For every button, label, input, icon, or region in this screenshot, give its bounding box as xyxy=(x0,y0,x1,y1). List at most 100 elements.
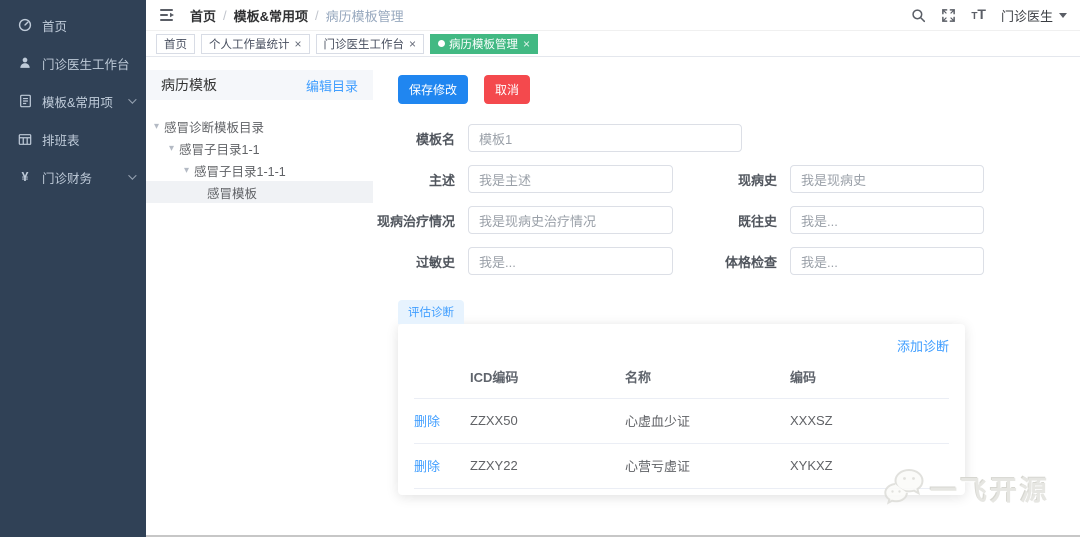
template-form: 保存修改 取消 模板名 主述 现病史 现病治疗情况 xyxy=(377,75,1080,495)
template-name-label: 模板名 xyxy=(415,131,455,147)
navbar-actions: TT 门诊医生 xyxy=(911,6,1067,25)
diagnosis-card: 添加诊断 ICD编码 名称 编码 删除 ZZXX50 心虚血少证 XXXSZ 删… xyxy=(398,324,965,495)
panel-title: 病历模板 xyxy=(161,77,217,93)
template-panel: 病历模板 编辑目录 ▾ 感冒诊断模板目录 ▾ 感冒子目录1-1 ▾ 感冒子目录1… xyxy=(146,70,373,203)
sidebar-item-templates[interactable]: 模板&常用项 xyxy=(0,82,146,120)
sidebar: 首页 门诊医生工作台 模板&常用项 排班表 ¥ 门诊财务 xyxy=(0,0,146,537)
form-fields: 模板名 主述 现病史 现病治疗情况 既往史 xyxy=(375,124,1080,275)
tag-label: 病历模板管理 xyxy=(449,38,519,51)
main-area: 首页 / 模板&常用项 / 病历模板管理 TT 门诊医生 首页 个人工作量统计 … xyxy=(146,0,1080,537)
treatment-status-field[interactable] xyxy=(468,206,673,234)
chief-complaint-field[interactable] xyxy=(468,165,673,193)
top-navbar: 首页 / 模板&常用项 / 病历模板管理 TT 门诊医生 xyxy=(146,0,1080,31)
dashboard-icon xyxy=(17,17,33,33)
present-illness-field[interactable] xyxy=(790,165,984,193)
tags-view-bar: 首页 个人工作量统计 × 门诊医生工作台 × 病历模板管理 × xyxy=(146,31,1080,57)
sidebar-toggle-hamburger-icon[interactable] xyxy=(159,8,175,22)
save-button[interactable]: 保存修改 xyxy=(398,75,469,104)
tag-label: 门诊医生工作台 xyxy=(323,38,405,51)
form-row-template-name: 模板名 xyxy=(375,124,1080,152)
column-header-code: 编码 xyxy=(790,361,949,399)
table-row: 删除 ZZXX50 心虚血少证 XXXSZ xyxy=(414,398,949,444)
close-icon[interactable]: × xyxy=(523,38,530,50)
template-name-field[interactable] xyxy=(468,124,742,152)
tag-template-management-active[interactable]: 病历模板管理 × xyxy=(430,33,539,54)
cancel-button[interactable]: 取消 xyxy=(484,75,531,104)
chevron-down-icon xyxy=(128,95,137,104)
tag-label: 首页 xyxy=(164,38,187,51)
active-tag-dot xyxy=(438,40,446,47)
allergy-history-field[interactable] xyxy=(468,247,673,275)
app-window: 首页 门诊医生工作台 模板&常用项 排班表 ¥ 门诊财务 首页 / 模板&常用项… xyxy=(0,0,1080,537)
table-header-row: ICD编码 名称 编码 xyxy=(414,361,949,399)
tree-caret-icon[interactable]: ▾ xyxy=(169,143,174,154)
yuan-currency-icon: ¥ xyxy=(21,170,29,184)
delete-link[interactable]: 删除 xyxy=(414,414,440,429)
chevron-down-icon xyxy=(128,171,137,180)
caret-down-icon xyxy=(1059,12,1067,18)
close-icon[interactable]: × xyxy=(409,38,416,50)
physical-exam-label: 体格检查 xyxy=(724,254,777,270)
cell-code: XYKXZ xyxy=(790,443,949,489)
tree-caret-icon[interactable]: ▾ xyxy=(184,165,189,176)
tree-caret-icon[interactable]: ▾ xyxy=(154,121,159,132)
font-size-icon[interactable]: TT xyxy=(971,6,986,24)
table-row: 删除 ZZXY22 心营亏虚证 XYKXZ xyxy=(414,443,949,489)
sidebar-item-schedule[interactable]: 排班表 xyxy=(0,120,146,158)
sidebar-item-label: 首页 xyxy=(42,19,68,34)
sidebar-item-doctor-workbench[interactable]: 门诊医生工作台 xyxy=(0,44,146,82)
cell-icd: ZZXX50 xyxy=(470,398,625,444)
tree-node-template-selected[interactable]: 感冒模板 xyxy=(146,181,373,203)
sidebar-item-label: 门诊财务 xyxy=(42,171,93,186)
search-icon[interactable] xyxy=(911,8,926,23)
form-row-4: 过敏史 体格检查 xyxy=(375,247,1080,275)
user-icon xyxy=(17,55,33,71)
breadcrumb-item-home[interactable]: 首页 xyxy=(190,6,216,25)
fullscreen-icon[interactable] xyxy=(941,8,956,23)
font-size-large-glyph: T xyxy=(977,6,986,22)
column-header-icd: ICD编码 xyxy=(470,361,625,399)
template-panel-header: 病历模板 编辑目录 xyxy=(146,70,373,100)
breadcrumb-item-templates[interactable]: 模板&常用项 xyxy=(234,6,308,25)
breadcrumb: 首页 / 模板&常用项 / 病历模板管理 xyxy=(190,6,404,25)
tag-label: 个人工作量统计 xyxy=(209,38,290,51)
allergy-history-label: 过敏史 xyxy=(415,254,455,270)
tree-node-sub2[interactable]: ▾ 感冒子目录1-1-1 xyxy=(146,159,373,181)
tree-node-label: 感冒子目录1-1-1 xyxy=(194,164,286,179)
breadcrumb-separator: / xyxy=(315,7,319,23)
physical-exam-field[interactable] xyxy=(790,247,984,275)
column-header-name: 名称 xyxy=(625,361,790,399)
user-name: 门诊医生 xyxy=(1000,8,1053,24)
cell-name: 心营亏虚证 xyxy=(625,443,790,489)
breadcrumb-item-current: 病历模板管理 xyxy=(325,8,404,24)
tag-personal-workload[interactable]: 个人工作量统计 × xyxy=(201,33,310,54)
treatment-status-label: 现病治疗情况 xyxy=(376,213,455,229)
sidebar-item-home[interactable]: 首页 xyxy=(0,6,146,44)
breadcrumb-separator: / xyxy=(223,7,227,23)
tree-node-label: 感冒诊断模板目录 xyxy=(164,120,265,135)
tree-node-root[interactable]: ▾ 感冒诊断模板目录 xyxy=(146,115,373,137)
tag-home[interactable]: 首页 xyxy=(156,33,195,54)
template-icon xyxy=(17,93,33,109)
form-row-2: 主述 现病史 xyxy=(375,165,1080,193)
tag-doctor-workbench[interactable]: 门诊医生工作台 × xyxy=(315,33,425,54)
form-row-3: 现病治疗情况 既往史 xyxy=(375,206,1080,234)
tab-assessment-diagnosis[interactable]: 评估诊断 xyxy=(398,300,464,324)
tree-node-label: 感冒模板 xyxy=(207,186,258,201)
past-history-label: 既往史 xyxy=(737,213,777,229)
add-diagnosis-link[interactable]: 添加诊断 xyxy=(414,336,949,355)
past-history-field[interactable] xyxy=(790,206,984,234)
edit-directory-link[interactable]: 编辑目录 xyxy=(306,76,358,95)
close-icon[interactable]: × xyxy=(295,38,302,50)
cell-code: XXXSZ xyxy=(790,398,949,444)
cell-name: 心虚血少证 xyxy=(625,398,790,444)
sidebar-item-finance[interactable]: ¥ 门诊财务 xyxy=(0,158,146,196)
delete-link[interactable]: 删除 xyxy=(414,459,440,474)
schedule-table-icon xyxy=(17,131,33,147)
user-dropdown[interactable]: 门诊医生 xyxy=(1001,6,1067,25)
diagnosis-table: ICD编码 名称 编码 删除 ZZXX50 心虚血少证 XXXSZ 删除 ZZX… xyxy=(414,361,949,489)
form-actions: 保存修改 取消 xyxy=(398,75,1080,104)
page-content: 病历模板 编辑目录 ▾ 感冒诊断模板目录 ▾ 感冒子目录1-1 ▾ 感冒子目录1… xyxy=(146,57,1080,537)
tree-node-sub1[interactable]: ▾ 感冒子目录1-1 xyxy=(146,137,373,159)
present-illness-label: 现病史 xyxy=(737,172,777,188)
